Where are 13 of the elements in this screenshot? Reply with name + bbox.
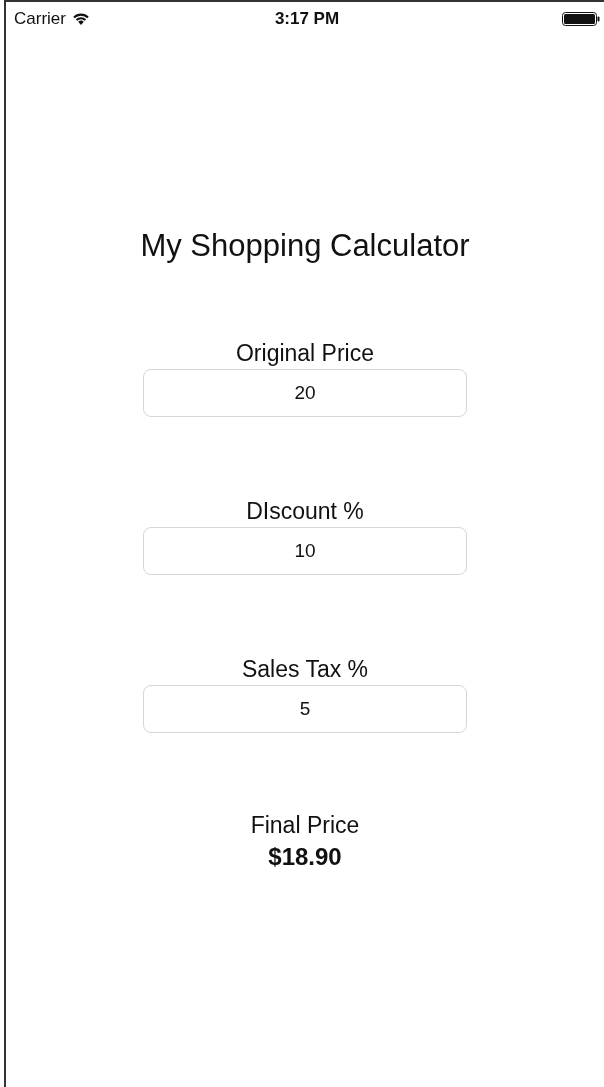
carrier-label: Carrier xyxy=(14,9,66,29)
final-price: $18.90 xyxy=(268,843,342,871)
status-time: 3:17 PM xyxy=(274,9,340,29)
field-label: Original Price xyxy=(235,339,374,367)
field-label: DIscount % xyxy=(246,497,364,525)
field-label: Sales Tax % xyxy=(241,655,369,683)
input-field[interactable]: 5 xyxy=(143,685,467,733)
battery-icon xyxy=(562,11,600,27)
input-field[interactable]: 20 xyxy=(143,369,467,417)
app-title: My Shopping Calculator xyxy=(140,228,470,264)
input-field[interactable]: 10 xyxy=(143,527,467,575)
wifi-icon xyxy=(71,12,90,26)
result-label: Final Price xyxy=(250,811,360,839)
